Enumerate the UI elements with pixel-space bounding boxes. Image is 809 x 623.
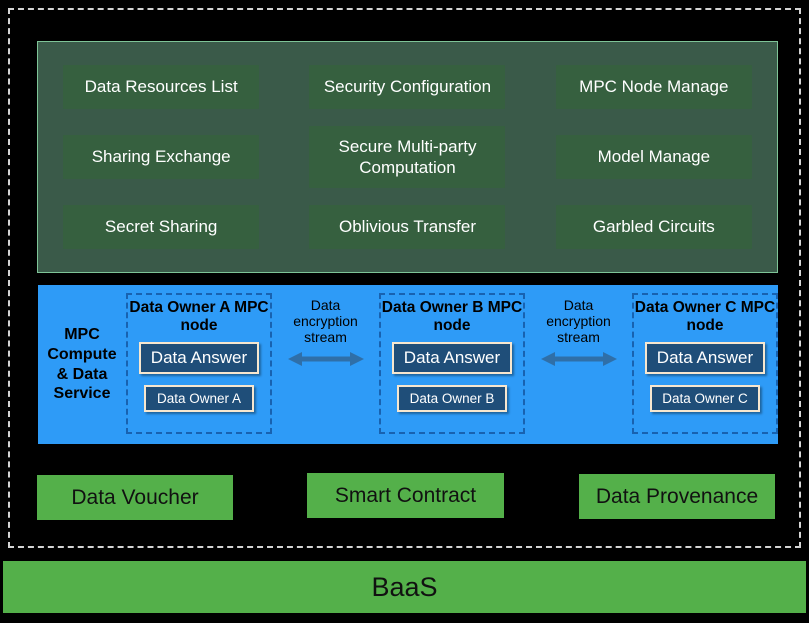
mpc-node-data-owner-c[interactable]: Data Owner C MPC node Data Answer Data O… xyxy=(632,293,778,434)
service-garbled-circuits[interactable]: Garbled Circuits xyxy=(555,205,752,249)
services-row: Secret Sharing Oblivious Transfer Garble… xyxy=(38,192,777,262)
service-oblivious-transfer[interactable]: Oblivious Transfer xyxy=(309,205,506,249)
service-cell: Secure Multi-party Computation xyxy=(284,125,530,189)
encryption-stream-b-c: Data encryption stream xyxy=(525,285,632,444)
mpc-node-data-owner-a[interactable]: Data Owner A MPC node Data Answer Data O… xyxy=(126,293,272,434)
data-provenance-button[interactable]: Data Provenance xyxy=(579,474,775,519)
service-cell: Sharing Exchange xyxy=(38,135,284,179)
encryption-stream-label: Data encryption stream xyxy=(293,297,358,346)
service-cell: Oblivious Transfer xyxy=(284,205,530,249)
service-secret-sharing[interactable]: Secret Sharing xyxy=(63,205,260,249)
bidirectional-arrow-icon xyxy=(540,352,617,367)
service-sharing-exchange[interactable]: Sharing Exchange xyxy=(63,135,260,179)
data-owner-box-b[interactable]: Data Owner B xyxy=(397,384,507,412)
services-row: Data Resources List Security Configurati… xyxy=(38,52,777,122)
encryption-stream-a-b: Data encryption stream xyxy=(272,285,379,444)
mpc-panel-title: MPC Compute & Data Service xyxy=(47,326,117,403)
service-cell: MPC Node Manage xyxy=(531,65,777,109)
baas-foundation-bar[interactable]: BaaS xyxy=(3,561,806,613)
mpc-node-title: Data Owner C MPC node xyxy=(634,299,776,335)
mpc-node-data-owner-b[interactable]: Data Owner B MPC node Data Answer Data O… xyxy=(379,293,525,434)
smart-contract-button[interactable]: Smart Contract xyxy=(307,473,504,518)
data-answer-box-b[interactable]: Data Answer xyxy=(392,341,512,374)
mpc-node-title: Data Owner B MPC node xyxy=(381,299,523,335)
service-cell: Model Manage xyxy=(531,135,777,179)
encryption-stream-label: Data encryption stream xyxy=(546,297,611,346)
service-model-manage[interactable]: Model Manage xyxy=(555,135,752,179)
bidirectional-arrow-icon xyxy=(287,352,364,367)
service-mpc-node-manage[interactable]: MPC Node Manage xyxy=(555,65,752,109)
service-secure-multi-party-computation[interactable]: Secure Multi-party Computation xyxy=(309,125,506,189)
mpc-node-title: Data Owner A MPC node xyxy=(129,299,269,335)
services-row: Sharing Exchange Secure Multi-party Comp… xyxy=(38,122,777,192)
service-cell: Security Configuration xyxy=(284,65,530,109)
service-cell: Secret Sharing xyxy=(38,205,284,249)
service-security-configuration[interactable]: Security Configuration xyxy=(309,65,506,109)
data-answer-box-a[interactable]: Data Answer xyxy=(139,341,259,374)
service-cell: Data Resources List xyxy=(38,65,284,109)
data-answer-box-c[interactable]: Data Answer xyxy=(645,341,765,374)
data-owner-box-a[interactable]: Data Owner A xyxy=(144,384,254,412)
data-owner-box-c[interactable]: Data Owner C xyxy=(650,384,760,412)
services-panel: Data Resources List Security Configurati… xyxy=(37,41,778,273)
mpc-compute-data-service-panel: MPC Compute & Data Service Data Owner A … xyxy=(38,285,778,444)
service-cell: Garbled Circuits xyxy=(531,205,777,249)
service-data-resources-list[interactable]: Data Resources List xyxy=(63,65,260,109)
data-voucher-button[interactable]: Data Voucher xyxy=(37,475,233,520)
